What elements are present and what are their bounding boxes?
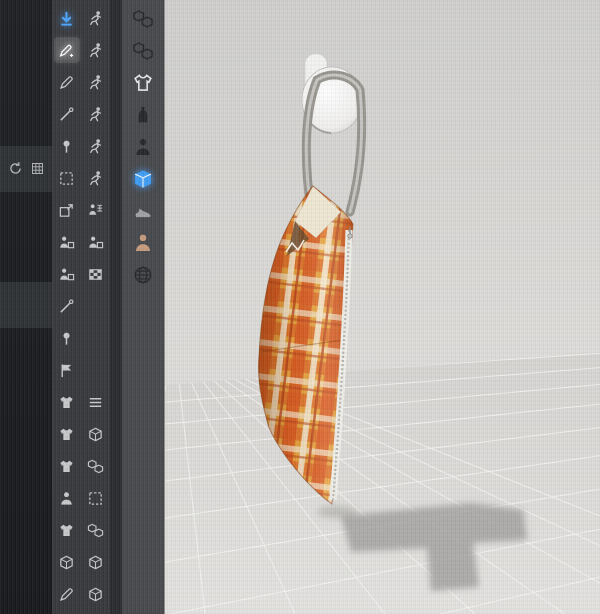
panel-mini-toolbar: [0, 146, 52, 178]
cube-pair-icon[interactable]: [83, 453, 109, 479]
motion-pose-5-icon[interactable]: [83, 133, 109, 159]
library-strip: [122, 0, 164, 614]
shoe-icon[interactable]: [129, 197, 157, 225]
garment-pin-tool-icon[interactable]: [54, 517, 80, 543]
collapsed-left-panel: [0, 0, 52, 614]
avatar-silhouette-icon[interactable]: [129, 133, 157, 161]
asset-stack-icon[interactable]: [129, 37, 157, 65]
stylus-tool-icon[interactable]: [54, 37, 80, 63]
sewing-needle-tool-icon[interactable]: [54, 293, 80, 319]
needle-tool-icon[interactable]: [54, 101, 80, 127]
avatar-edit-tool-icon[interactable]: [54, 229, 80, 255]
garment-tool-icon[interactable]: [54, 453, 80, 479]
pen-tool-icon[interactable]: [54, 69, 80, 95]
avatar-fit-icon[interactable]: [83, 229, 109, 255]
transform-box-tool-icon[interactable]: [54, 197, 80, 223]
avatar-bust-icon[interactable]: [129, 229, 157, 257]
motion-pose-3-icon[interactable]: [83, 69, 109, 95]
flag-marker-tool-icon[interactable]: [54, 357, 80, 383]
import-tool-icon[interactable]: [54, 5, 80, 31]
motion-pose-6-icon[interactable]: [83, 165, 109, 191]
solid-box-tool-icon[interactable]: [54, 549, 80, 575]
wire-cube-icon[interactable]: [83, 421, 109, 447]
cube-group-icon[interactable]: [83, 517, 109, 543]
pin-tool-icon[interactable]: [54, 133, 80, 159]
zipper-slider[interactable]: [348, 234, 352, 238]
marquee-tool-icon[interactable]: [54, 165, 80, 191]
panel-section-bottom: [0, 282, 52, 328]
motion-pose-2-icon[interactable]: [83, 37, 109, 63]
active-object-cube-icon[interactable]: [129, 165, 157, 193]
avatar-measure-icon[interactable]: [83, 197, 109, 223]
render-cube-icon[interactable]: [83, 581, 109, 607]
selection-square-icon[interactable]: [83, 485, 109, 511]
grid-view-icon[interactable]: [27, 158, 47, 178]
layer-stack-icon[interactable]: [83, 389, 109, 415]
draft-pen-tool-icon[interactable]: [54, 581, 80, 607]
globe-icon[interactable]: [129, 261, 157, 289]
panel-section-top: [0, 146, 52, 192]
finish-flag-icon[interactable]: [83, 261, 109, 287]
tool-toolbar: [52, 0, 110, 614]
garment-lock-tool-icon[interactable]: [54, 389, 80, 415]
tool-column-left: [52, 0, 81, 614]
scene-stack-icon[interactable]: [129, 5, 157, 33]
toolbar-divider: [110, 0, 122, 614]
garment-library-tool-icon[interactable]: [54, 421, 80, 447]
tack-pin-tool-icon[interactable]: [54, 325, 80, 351]
refresh-icon[interactable]: [5, 158, 25, 178]
scene-canvas[interactable]: [165, 0, 600, 614]
application-window: [0, 0, 600, 614]
motion-pose-1-icon[interactable]: [83, 5, 109, 31]
tool-column-right: [81, 0, 110, 614]
avatar-tool-icon[interactable]: [54, 485, 80, 511]
avatar-pose-tool-icon[interactable]: [54, 261, 80, 287]
solid-cube-icon[interactable]: [83, 549, 109, 575]
viewport-3d[interactable]: [164, 0, 600, 614]
floor-plane: [165, 352, 600, 614]
motion-pose-4-icon[interactable]: [83, 101, 109, 127]
garment-shirt-icon[interactable]: [129, 69, 157, 97]
avatar-torso-icon[interactable]: [129, 101, 157, 129]
